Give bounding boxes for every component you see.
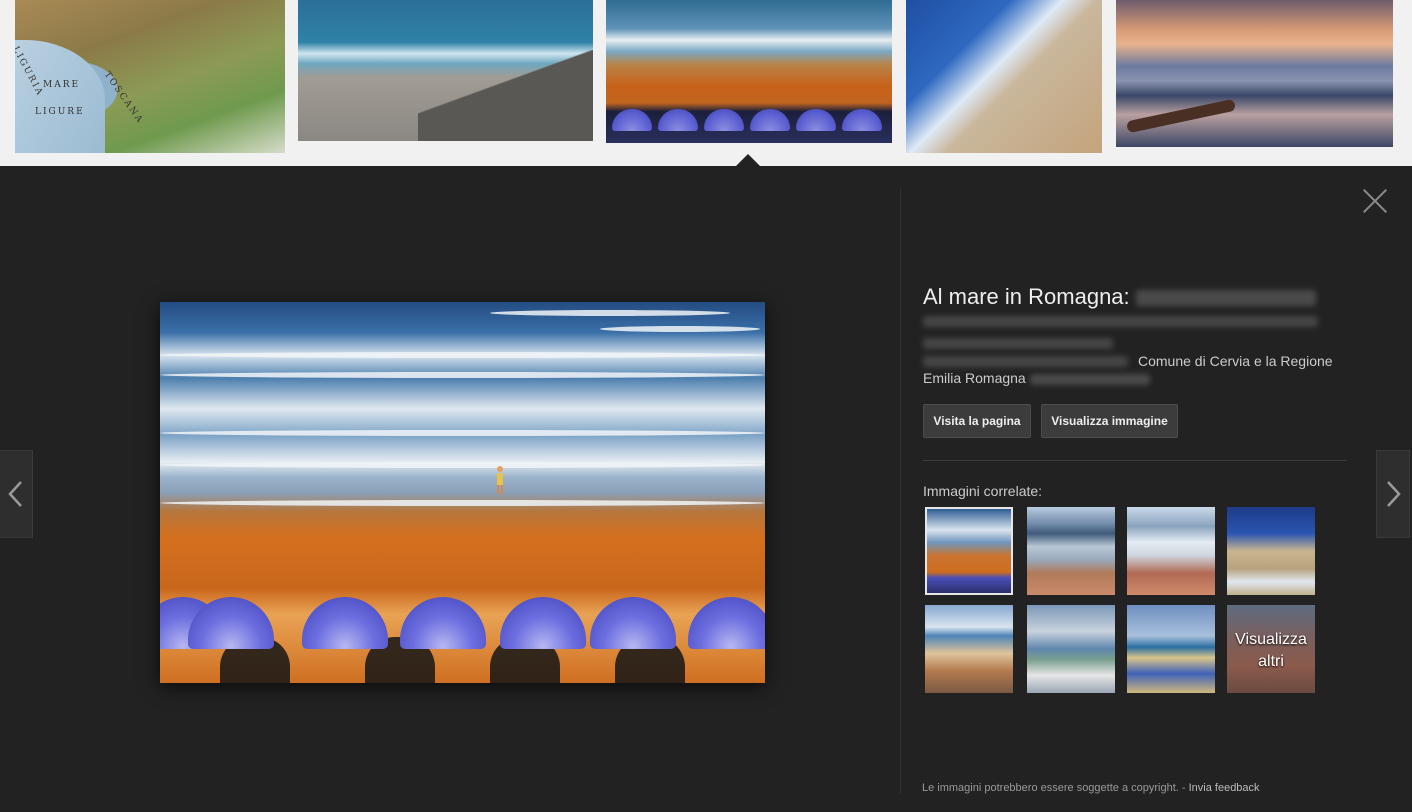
section-divider xyxy=(923,460,1347,461)
close-icon[interactable] xyxy=(1362,188,1388,214)
feedback-link[interactable]: Invia feedback xyxy=(1189,782,1260,794)
umbrella xyxy=(796,109,836,131)
related-image[interactable] xyxy=(1027,507,1115,595)
image-description-line-b: Emilia Romagna xyxy=(923,370,1150,386)
previous-button[interactable] xyxy=(0,450,33,538)
image-title: Al mare in Romagna: xyxy=(923,284,1316,310)
related-image[interactable] xyxy=(1127,507,1215,595)
blurred-description xyxy=(923,338,1113,349)
footer-separator: - xyxy=(1178,782,1189,794)
related-image[interactable] xyxy=(1127,605,1215,693)
blurred-title-text xyxy=(1135,290,1316,307)
footer: Le immagini potrebbero essere soggette a… xyxy=(922,782,1260,794)
map-label-ligure: LIGURE xyxy=(35,107,85,117)
result-thumb-wave[interactable] xyxy=(906,0,1102,153)
related-image[interactable] xyxy=(925,605,1013,693)
preview-image[interactable] xyxy=(160,302,765,683)
wave-foam xyxy=(160,372,765,378)
wave-foam xyxy=(160,352,765,358)
wave-foam xyxy=(160,462,765,468)
panel-divider xyxy=(900,188,901,794)
result-thumb-sunset[interactable] xyxy=(1116,0,1393,147)
related-image[interactable] xyxy=(1027,605,1115,693)
umbrella xyxy=(750,109,790,131)
map-label-mare: MARE xyxy=(43,80,81,90)
driftwood xyxy=(1125,98,1237,134)
person-on-shore xyxy=(497,466,503,494)
image-description-line-a: Comune di Cervia e la Regione xyxy=(1138,353,1333,369)
chevron-left-icon xyxy=(8,481,22,507)
umbrella xyxy=(842,109,882,131)
wave-foam xyxy=(160,430,765,436)
result-thumb-selected[interactable] xyxy=(606,0,892,143)
chevron-right-icon xyxy=(1387,481,1401,507)
umbrella xyxy=(500,597,586,649)
wave-foam xyxy=(600,326,760,332)
pier-shadow xyxy=(418,50,593,141)
result-thumb-map[interactable]: LIGURIA TOSCANA MARE LIGURE xyxy=(15,0,285,153)
umbrella xyxy=(302,597,388,649)
results-strip: LIGURIA TOSCANA MARE LIGURE xyxy=(0,0,1412,166)
blurred-url xyxy=(923,316,1318,327)
image-description-text: Emilia Romagna xyxy=(923,370,1026,386)
view-image-button[interactable]: Visualizza immagine xyxy=(1041,404,1178,438)
related-images-label: Immagini correlate: xyxy=(923,483,1043,499)
related-image-selected[interactable] xyxy=(925,507,1013,595)
blurred-description xyxy=(1029,373,1150,385)
umbrella xyxy=(590,597,676,649)
umbrella xyxy=(658,109,698,131)
image-title-text: Al mare in Romagna: xyxy=(923,284,1130,309)
next-button[interactable] xyxy=(1376,450,1410,538)
copyright-note: Le immagini potrebbero essere soggette a… xyxy=(922,782,1179,794)
view-more-label: Visualizza altri xyxy=(1227,629,1315,673)
view-more-label-line2: altri xyxy=(1258,653,1284,670)
map-sea xyxy=(15,40,105,153)
visit-page-button[interactable]: Visita la pagina xyxy=(923,404,1031,438)
umbrella xyxy=(400,597,486,649)
wave-foam xyxy=(490,310,730,316)
blurred-description xyxy=(923,356,1128,367)
view-more-button[interactable]: Visualizza altri xyxy=(1227,605,1315,693)
view-more-label-line1: Visualizza xyxy=(1235,631,1307,648)
selection-pointer xyxy=(736,154,760,166)
umbrella xyxy=(612,109,652,131)
wave-foam xyxy=(160,500,765,506)
result-thumb-beach-people[interactable] xyxy=(298,0,593,141)
umbrella xyxy=(688,597,765,649)
umbrella xyxy=(704,109,744,131)
map-label-toscana: TOSCANA xyxy=(101,70,146,126)
related-image[interactable] xyxy=(1227,507,1315,595)
